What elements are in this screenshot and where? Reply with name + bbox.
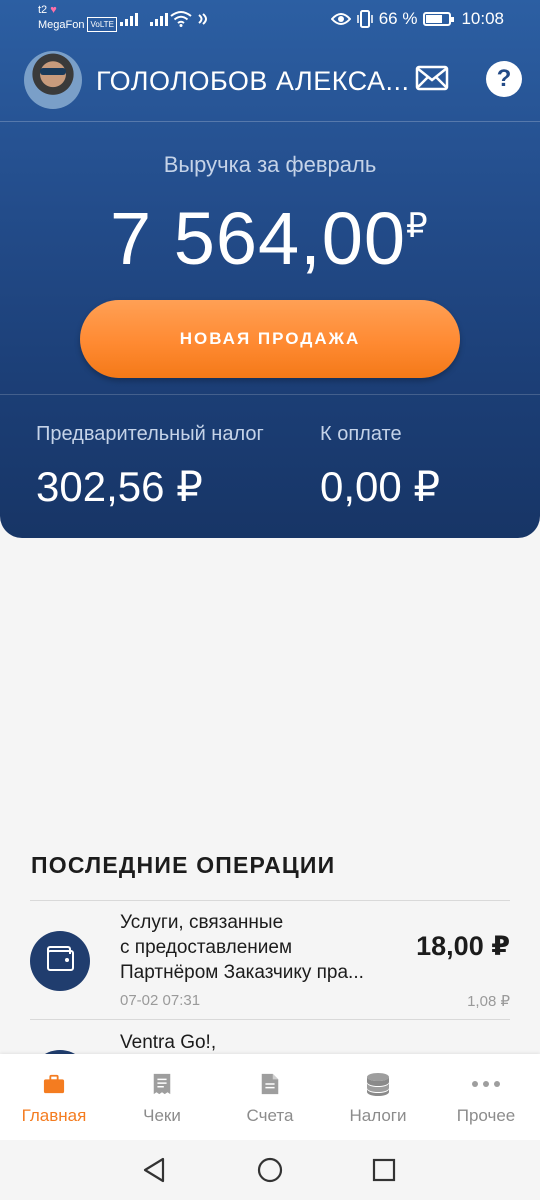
- tab-taxes[interactable]: Налоги: [324, 1054, 432, 1140]
- signal-icon: [120, 12, 138, 26]
- home-icon[interactable]: [257, 1157, 283, 1183]
- new-sale-button[interactable]: НОВАЯ ПРОДАЖА: [80, 300, 460, 378]
- back-icon[interactable]: [142, 1157, 166, 1183]
- system-nav-bar: [0, 1140, 540, 1200]
- to-pay-value[interactable]: 0,00 ₽: [320, 462, 440, 511]
- status-right: 66 % 10:08: [330, 9, 504, 29]
- tab-invoices[interactable]: Счета: [216, 1054, 324, 1140]
- battery-percent: 66 %: [378, 9, 418, 28]
- operation-line: Партнёром Заказчику пра...: [120, 962, 364, 983]
- operations-divider: [30, 900, 510, 901]
- briefcase-icon: [43, 1074, 65, 1094]
- carrier-info: t2 ♥ MegaFon VoLTE: [38, 4, 117, 32]
- header-panel: t2 ♥ MegaFon VoLTE 66 % 10:08 ГОЛОЛОБОВ …: [0, 0, 540, 538]
- document-icon: [261, 1073, 279, 1095]
- nfc-icon: [198, 13, 207, 25]
- mail-icon[interactable]: [415, 63, 449, 93]
- coins-icon: [367, 1073, 389, 1096]
- operation-date: 07-02 07:31: [120, 992, 201, 1009]
- header-divider: [0, 121, 540, 122]
- receipt-icon: [153, 1073, 171, 1095]
- status-bar: t2 ♥ MegaFon VoLTE 66 % 10:08: [0, 0, 540, 40]
- revenue-amount: 7 564,00: [110, 197, 407, 280]
- tab-label: Главная: [21, 1106, 87, 1125]
- revenue-label: Выручка за февраль: [163, 152, 377, 177]
- operation-line: Ventra Go!,: [120, 1032, 217, 1053]
- operation-tax: 1,08 ₽: [467, 993, 510, 1010]
- profile-name[interactable]: ГОЛОЛОБОВ АЛЕКСА...: [96, 66, 410, 97]
- revenue-currency: ₽: [406, 207, 428, 245]
- operation-description: Ventra Go!,: [120, 1030, 400, 1055]
- tab-label: Счета: [246, 1106, 294, 1125]
- tab-label: Прочее: [456, 1106, 516, 1125]
- help-icon[interactable]: ?: [486, 61, 522, 97]
- operation-line: Услуги, связанные: [120, 912, 284, 933]
- wifi-icon: [170, 11, 192, 27]
- stats-divider: [0, 394, 540, 395]
- eye-icon: [330, 13, 351, 25]
- app-top-bar: ГОЛОЛОБОВ АЛЕКСА... ?: [0, 48, 540, 114]
- tab-home[interactable]: Главная: [0, 1054, 108, 1140]
- to-pay-label: К оплате: [320, 423, 402, 445]
- tab-label: Налоги: [349, 1106, 407, 1125]
- recents-icon[interactable]: [372, 1158, 396, 1182]
- carrier-name: MegaFon: [38, 19, 85, 31]
- prelim-tax-value[interactable]: 302,56 ₽: [36, 462, 203, 511]
- vibrate-icon: [356, 10, 373, 28]
- avatar[interactable]: [24, 51, 82, 109]
- operations-title: ПОСЛЕДНИЕ ОПЕРАЦИИ: [31, 852, 336, 878]
- operation-line: с предоставлением: [120, 937, 293, 958]
- tab-more[interactable]: Прочее: [432, 1054, 540, 1140]
- operations-divider: [30, 1019, 510, 1020]
- volte-badge: VoLTE: [87, 17, 117, 32]
- signal-icon-2: [150, 12, 168, 26]
- operation-amount: 18,00 ₽: [416, 931, 510, 961]
- bottom-tab-bar: Главная Чеки Счета Налоги Прочее: [0, 1054, 540, 1140]
- tab-receipts[interactable]: Чеки: [108, 1054, 216, 1140]
- prelim-tax-label: Предварительный налог: [36, 423, 264, 445]
- operation-description: Услуги, связанные с предоставлением Парт…: [120, 910, 400, 985]
- more-icon: [472, 1081, 500, 1087]
- battery-icon: [423, 12, 455, 26]
- tab-label: Чеки: [143, 1106, 181, 1125]
- carrier-top-label: t2: [38, 4, 48, 16]
- clock: 10:08: [461, 9, 504, 28]
- wallet-icon: [30, 931, 90, 991]
